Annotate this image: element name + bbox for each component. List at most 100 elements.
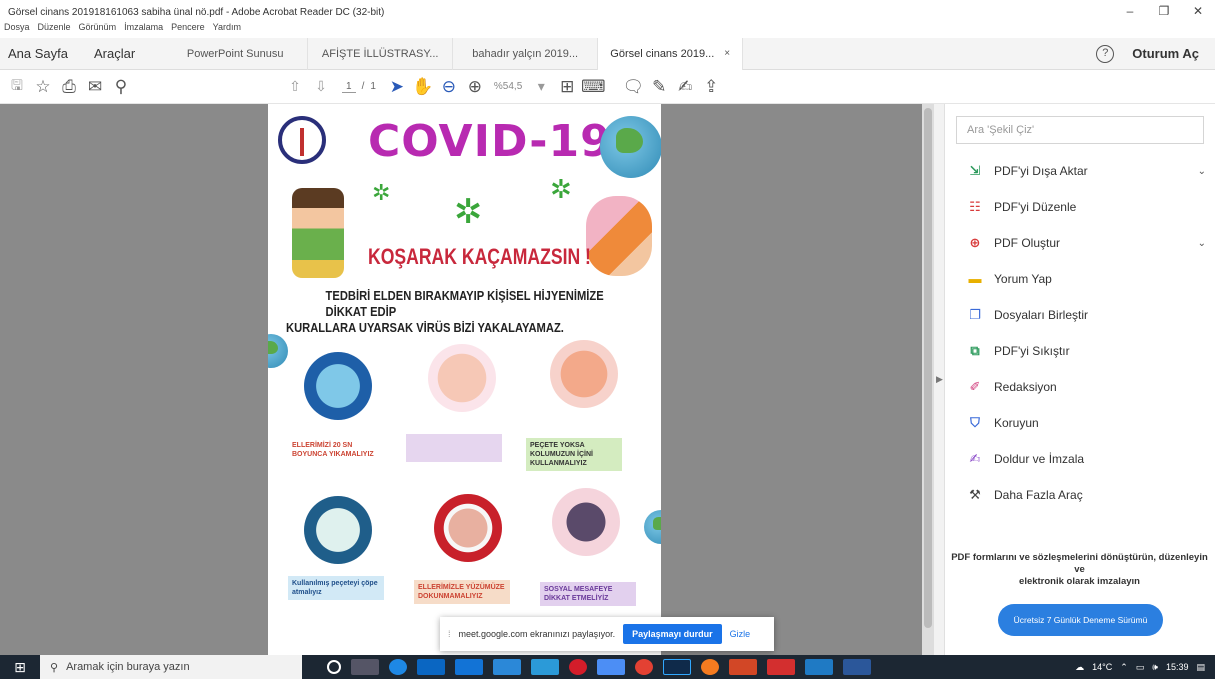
drag-handle-icon[interactable]: ⁞ bbox=[448, 629, 451, 639]
tab-doc-gorsel-active[interactable]: Görsel cinans 2019... × bbox=[598, 37, 744, 70]
tab-doc-bahadir[interactable]: bahadır yalçın 2019... bbox=[453, 37, 599, 70]
tool-label: Doldur ve İmzala bbox=[994, 452, 1085, 466]
tab-doc-powerpoint[interactable]: PowerPoint Sunusu bbox=[163, 37, 309, 70]
bookmark-star-icon[interactable]: ☆ bbox=[30, 77, 56, 97]
free-trial-button[interactable]: Ücretsiz 7 Günlük Deneme Sürümü bbox=[998, 604, 1163, 636]
menu-view[interactable]: Görünüm bbox=[79, 22, 117, 36]
tab-tools[interactable]: Araçlar bbox=[76, 38, 163, 70]
poster-caption-3: PEÇETE YOKSA KOLUMUZUN İÇİNİ KULLANMALIY… bbox=[526, 438, 622, 471]
comment-icon[interactable]: 🗨 bbox=[620, 77, 646, 97]
signin-button[interactable]: Oturum Aç bbox=[1132, 46, 1199, 61]
close-tab-icon[interactable]: × bbox=[724, 48, 730, 59]
word-icon[interactable] bbox=[843, 659, 871, 675]
tool-create-pdf[interactable]: ⊕ PDF Oluştur ⌄ bbox=[966, 234, 1206, 252]
windows-start-icon[interactable]: ⊞ bbox=[0, 659, 40, 676]
chevron-down-icon[interactable]: ⌄ bbox=[1198, 238, 1206, 249]
tool-comment[interactable]: ▬ Yorum Yap bbox=[966, 270, 1206, 288]
select-pointer-icon[interactable]: ➤ bbox=[384, 77, 410, 97]
tool-label: PDF'yi Dışa Aktar bbox=[994, 164, 1088, 178]
tool-edit-pdf[interactable]: ☷ PDF'yi Düzenle bbox=[966, 198, 1206, 216]
tool-more-tools[interactable]: ⚒ Daha Fazla Araç bbox=[966, 486, 1206, 504]
network-icon[interactable]: ▭ bbox=[1136, 662, 1145, 673]
weather-temp[interactable]: 14°C bbox=[1092, 662, 1112, 672]
page-current-input[interactable]: 1 bbox=[342, 81, 356, 93]
promo-line-1: PDF formlarını ve sözleşmelerini dönüştü… bbox=[951, 552, 1208, 563]
minimize-button[interactable]: – bbox=[1113, 0, 1147, 24]
hand-tool-icon[interactable]: ✋ bbox=[410, 77, 436, 97]
chevron-right-icon[interactable]: ▶ bbox=[936, 374, 943, 385]
help-icon[interactable]: ? bbox=[1096, 44, 1115, 63]
tray-chevron-icon[interactable]: ⌃ bbox=[1120, 662, 1128, 673]
shield-icon: ⛉ bbox=[970, 415, 980, 430]
mail-icon[interactable] bbox=[417, 659, 445, 675]
scrollbar-thumb[interactable] bbox=[924, 108, 932, 628]
social-distance-illustration bbox=[552, 488, 620, 556]
share-icon[interactable]: ⇪ bbox=[698, 77, 724, 97]
opera-icon[interactable] bbox=[569, 659, 587, 675]
save-icon[interactable]: 🖫 bbox=[4, 75, 30, 99]
menu-file[interactable]: Dosya bbox=[4, 22, 30, 36]
task-view-icon[interactable] bbox=[351, 659, 379, 675]
page-up-icon[interactable]: ⇧ bbox=[282, 78, 308, 95]
child-mask-illustration bbox=[428, 344, 496, 412]
email-icon[interactable]: ✉ bbox=[82, 77, 108, 97]
keyboard-scroll-icon[interactable]: ⌨ bbox=[580, 77, 606, 97]
chrome-icon[interactable] bbox=[635, 659, 653, 675]
store-icon[interactable] bbox=[455, 659, 483, 675]
edge-icon[interactable] bbox=[389, 659, 407, 675]
taskbar-search-input[interactable]: ⚲ Aramak için buraya yazın bbox=[40, 655, 302, 679]
tab-home[interactable]: Ana Sayfa bbox=[0, 38, 76, 70]
notification-icon[interactable]: ▤ bbox=[1196, 662, 1205, 673]
vertical-scrollbar[interactable] bbox=[922, 104, 934, 655]
zoom-out-icon[interactable]: ⊖ bbox=[436, 77, 462, 97]
folder-icon[interactable] bbox=[805, 659, 833, 675]
window-titlebar: Görsel cinans 201918161063 sabiha ünal n… bbox=[0, 0, 1215, 24]
zoom-in-icon[interactable]: ⊕ bbox=[462, 77, 488, 97]
zoom-dropdown-icon[interactable]: ▾ bbox=[528, 78, 554, 95]
menu-help[interactable]: Yardım bbox=[213, 22, 241, 36]
tool-combine-files[interactable]: ❐ Dosyaları Birleştir bbox=[966, 306, 1206, 324]
volume-icon[interactable]: 🕪 bbox=[1152, 662, 1158, 673]
highlight-pen-icon[interactable]: ✎ bbox=[646, 77, 672, 97]
menu-sign[interactable]: İmzalama bbox=[124, 22, 163, 36]
page-down-icon[interactable]: ⇩ bbox=[308, 78, 334, 95]
search-zoom-icon[interactable]: ⚲ bbox=[108, 77, 134, 97]
files-icon[interactable] bbox=[493, 659, 521, 675]
poster-title: COVID-19 bbox=[368, 116, 612, 167]
tool-redact[interactable]: ✐ Redaksiyon bbox=[966, 378, 1206, 396]
fit-page-icon[interactable]: ⊞ bbox=[554, 77, 580, 97]
clock[interactable]: 15:39 bbox=[1166, 662, 1189, 672]
tool-search-input[interactable]: Ara 'Şekil Çiz' bbox=[956, 116, 1204, 144]
tool-fill-sign[interactable]: ✍ Doldur ve İmzala bbox=[966, 450, 1206, 468]
stop-sharing-button[interactable]: Paylaşmayı durdur bbox=[623, 624, 722, 644]
coughing-boy-illustration bbox=[292, 188, 344, 278]
sign-icon[interactable]: ✍ bbox=[672, 77, 698, 97]
zoom-level-select[interactable]: %54,5 bbox=[494, 81, 522, 92]
tool-label: Yorum Yap bbox=[994, 272, 1052, 286]
menu-edit[interactable]: Düzenle bbox=[38, 22, 71, 36]
document-viewport[interactable]: COVID-19 ✲ ✲ ✲ KOŞARAK KAÇAMAZSIN ! TEDB… bbox=[0, 104, 934, 655]
chevron-down-icon[interactable]: ⌄ bbox=[1198, 166, 1206, 177]
maximize-button[interactable]: ❐ bbox=[1147, 0, 1181, 24]
tool-export-pdf[interactable]: ⇲ PDF'yi Dışa Aktar ⌄ bbox=[966, 162, 1206, 180]
tool-label: Koruyun bbox=[994, 416, 1039, 430]
poster-line-2: KURALLARA UYARSAK VİRÜS BİZİ YAKALAYAMAZ… bbox=[286, 320, 564, 335]
cortana-icon[interactable] bbox=[327, 660, 341, 674]
photoshop-icon[interactable] bbox=[663, 659, 691, 675]
close-window-button[interactable]: ✕ bbox=[1181, 0, 1215, 24]
acrobat-icon[interactable] bbox=[767, 659, 795, 675]
poster-caption-4: Kullanılmış peçeteyi çöpe atmalıyız bbox=[288, 576, 384, 600]
menu-window[interactable]: Pencere bbox=[171, 22, 205, 36]
powerpoint-icon[interactable] bbox=[729, 659, 757, 675]
hide-button[interactable]: Gizle bbox=[730, 629, 751, 639]
tool-protect[interactable]: ⛉ Koruyun bbox=[966, 414, 1206, 432]
app-icon[interactable] bbox=[597, 659, 625, 675]
create-pdf-icon: ⊕ bbox=[969, 235, 981, 250]
print-icon[interactable]: ⎙ bbox=[56, 77, 82, 97]
tool-label: Redaksiyon bbox=[994, 380, 1057, 394]
tab-doc-afis[interactable]: AFİŞTE İLLÜSTRASY... bbox=[308, 37, 454, 70]
firefox-icon[interactable] bbox=[701, 659, 719, 675]
ie-icon[interactable] bbox=[531, 659, 559, 675]
tool-compress-pdf[interactable]: ⧉ PDF'yi Sıkıştır bbox=[966, 342, 1206, 360]
weather-icon[interactable]: ☁ bbox=[1075, 662, 1084, 673]
